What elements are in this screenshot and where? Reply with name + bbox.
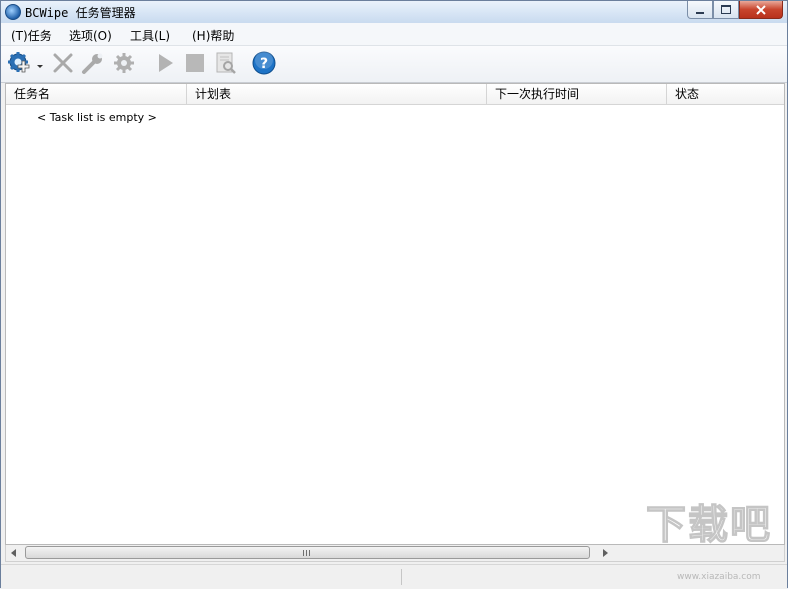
dropdown-arrow-icon (37, 65, 43, 68)
menu-options[interactable]: 选项(O) (69, 27, 112, 44)
maximize-icon (721, 5, 731, 14)
close-button[interactable] (739, 1, 783, 19)
svg-text:?: ? (260, 56, 268, 72)
window-controls (687, 1, 783, 19)
view-log-button[interactable] (214, 51, 238, 75)
maximize-button[interactable] (713, 1, 739, 19)
delete-icon (53, 53, 73, 73)
column-header-task-name[interactable]: 任务名 (6, 84, 187, 104)
watermark: 下载吧 (645, 501, 786, 548)
new-task-dropdown[interactable] (35, 51, 45, 75)
app-window: BCWipe 任务管理器 (T)任务 选项(O) 工具(L) (H)帮助 ? 任… (0, 0, 788, 589)
column-header-row: 任务名 计划表 下一次执行时间 状态 (6, 84, 784, 105)
scrollbar-thumb[interactable] (25, 546, 590, 559)
new-task-icon (8, 52, 30, 73)
run-button[interactable] (153, 51, 177, 75)
menu-help[interactable]: (H)帮助 (192, 27, 234, 44)
app-icon (5, 4, 21, 20)
play-icon (159, 54, 173, 72)
stop-button[interactable] (183, 51, 207, 75)
column-header-schedule[interactable]: 计划表 (187, 84, 487, 104)
column-header-status[interactable]: 状态 (667, 84, 784, 104)
window-title: BCWipe 任务管理器 (25, 6, 136, 20)
wrench-icon (82, 53, 103, 74)
settings-gear-icon (114, 53, 134, 73)
minimize-button[interactable] (687, 1, 713, 19)
menu-task[interactable]: (T)任务 (11, 27, 52, 44)
close-icon (756, 4, 766, 15)
help-button[interactable]: ? (252, 51, 276, 75)
scroll-left-icon[interactable] (11, 549, 16, 557)
stop-icon (186, 54, 204, 72)
edit-button[interactable] (81, 51, 105, 75)
minimize-icon (696, 11, 704, 14)
toolbar: ? (1, 46, 787, 83)
title-bar[interactable]: BCWipe 任务管理器 (1, 1, 787, 24)
task-list[interactable]: 任务名 计划表 下一次执行时间 状态 < Task list is empty … (5, 83, 786, 549)
view-log-icon (216, 52, 236, 74)
empty-list-message: < Task list is empty > (37, 111, 157, 124)
scroll-right-icon[interactable] (603, 549, 608, 557)
help-icon: ? (252, 51, 276, 75)
delete-button[interactable] (51, 51, 75, 75)
properties-button[interactable] (112, 51, 136, 75)
menu-tools[interactable]: 工具(L) (130, 27, 170, 44)
horizontal-scrollbar[interactable] (5, 545, 785, 562)
watermark-url: www.xiazaiba.com (677, 572, 761, 582)
new-task-button[interactable] (7, 51, 31, 75)
watermark-logo-text: 下载吧 (645, 501, 772, 548)
status-bar: www.xiazaiba.com (1, 564, 787, 589)
menu-bar: (T)任务 选项(O) 工具(L) (H)帮助 (1, 23, 787, 46)
column-header-next-run[interactable]: 下一次执行时间 (487, 84, 667, 104)
grip-icon (303, 550, 311, 556)
status-divider (401, 569, 402, 585)
